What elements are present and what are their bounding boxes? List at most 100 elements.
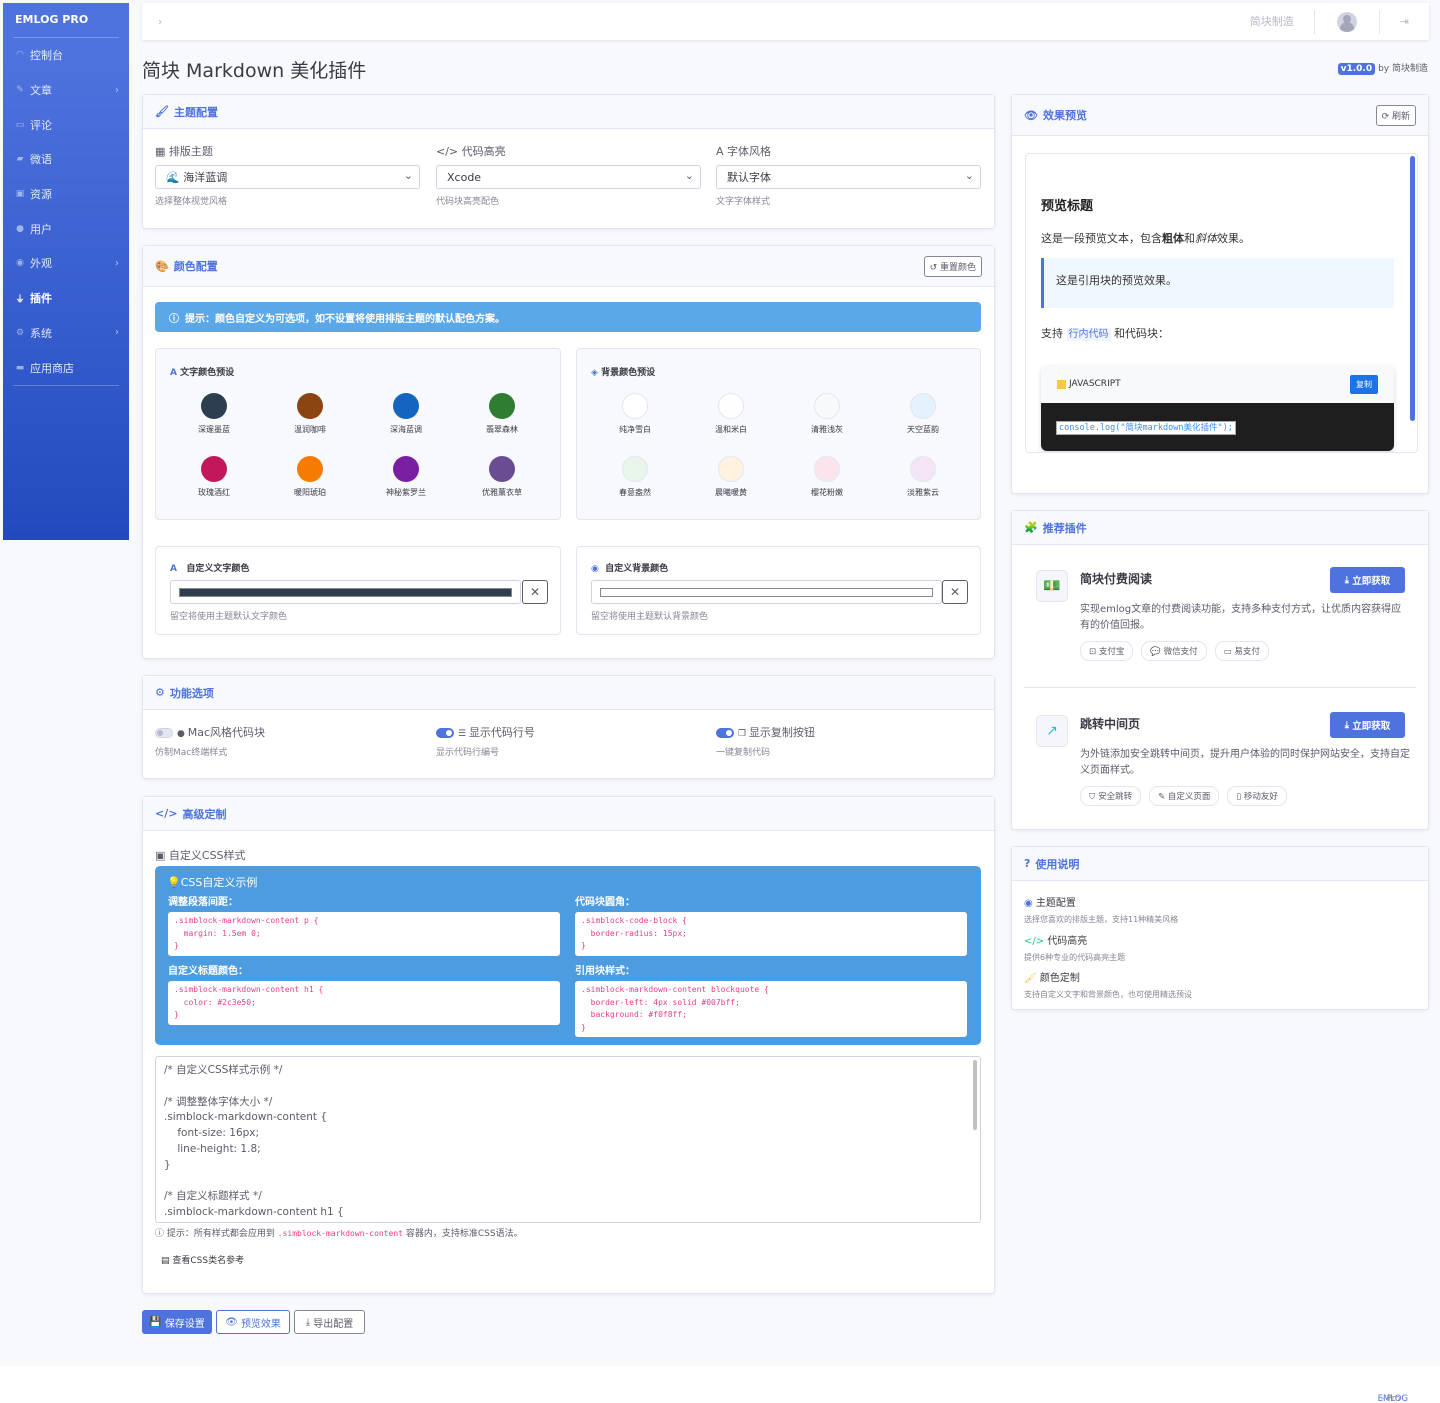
color-preview-bar [600,588,933,597]
copy-button[interactable]: 复制 [1350,374,1378,394]
sidebar-item[interactable]: ⚙ 系统 › [3,316,129,351]
toggle-switch[interactable] [436,728,454,738]
color-preset[interactable]: 玫瑰酒红 [174,456,254,498]
color-preset[interactable]: 温和米白 [691,393,771,435]
sidebar-item[interactable]: ▰ 微语 [3,142,129,177]
save-button[interactable]: 💾 保存设置 [142,1310,212,1334]
color-swatch[interactable] [489,456,515,482]
color-swatch[interactable] [201,393,227,419]
sidebar-item[interactable]: ▬ 应用商店 [3,350,129,385]
get-plugin-button[interactable]: ⤓ 立即获取 [1330,567,1405,593]
preview-scrollbar[interactable] [1410,156,1415,421]
color-swatch[interactable] [201,456,227,482]
highlight-hint: 代码块高亮配色 [436,197,500,207]
toggle-switch[interactable] [716,728,734,738]
sidebar-item-label: 外观 [30,257,52,271]
sidebar-item[interactable]: ● 用户 [3,211,129,246]
inline-code: 行内代码 [1066,328,1111,341]
color-swatch[interactable] [718,456,744,482]
logout-icon[interactable]: ⇥ [1378,9,1429,34]
color-preset[interactable]: 深海蓝调 [366,393,446,435]
sidebar-item-label: 插件 [30,292,52,306]
get-plugin-button[interactable]: ⤓ 立即获取 [1330,712,1405,738]
custom-css-textarea[interactable]: /* 自定义CSS样式示例 */ /* 调整整体字体大小 */ .simbloc… [155,1056,981,1223]
sidebar-toggle-icon[interactable]: › [158,15,162,28]
color-swatch[interactable] [622,393,648,419]
color-swatch[interactable] [814,393,840,419]
code-block-body: console.log("简块markdown美化插件"); [1041,403,1394,451]
color-swatch[interactable] [622,456,648,482]
font-select[interactable]: 默认字体 [716,165,981,189]
color-preset[interactable]: 春意盎然 [595,456,675,498]
image-icon: ▣ [15,189,25,200]
color-preset[interactable]: 晨曦暖黄 [691,456,771,498]
custom-text-color-input[interactable] [170,580,521,604]
color-preset[interactable]: 淡雅紫云 [883,456,963,498]
color-preset[interactable]: 深邃墨蓝 [174,393,254,435]
color-preset[interactable]: 纯净雪白 [595,393,675,435]
highlight-select[interactable]: Xcode [436,165,701,189]
color-swatch[interactable] [297,393,323,419]
css-reference-link[interactable]: ▤ 查看CSS类名参考 [161,1253,244,1266]
color-swatch[interactable] [393,456,419,482]
clear-text-color-button[interactable]: ✕ [522,580,548,604]
download-icon: ⤓ [305,1316,314,1328]
reset-colors-button[interactable]: ↺ 重置颜色 [923,255,982,277]
textarea-scrollbar[interactable] [973,1060,977,1130]
usage-card: ? 使用说明 ◉ 主题配置 选择您喜欢的排版主题，支持11种精美风格 </> 代码… [1011,846,1429,1010]
comments-icon: ▰ [16,154,24,165]
usage-title: </> 代码高亮 [1024,936,1088,947]
feature-hint: 一键复制代码 [716,748,771,758]
preview-button[interactable]: 👁 预览效果 [216,1310,290,1334]
version-info: v1.0.0 by 简块制造 [1337,61,1428,75]
plugin-description: 实现emlog文章的付费阅读功能，支持多种支付方式，让优质内容获得应有的价值回报… [1080,604,1402,631]
color-preset[interactable]: 暖阳琥珀 [270,456,350,498]
color-swatch[interactable] [489,393,515,419]
preset-name: 淡雅紫云 [907,488,939,497]
custom-text-color-title: A 自定义文字颜色 [170,564,250,574]
color-preset[interactable]: 优雅薰衣草 [462,456,542,498]
avatar[interactable] [1336,11,1357,32]
sidebar-item[interactable]: ⏚ 插件 [3,281,129,316]
color-tip-alert: ⓘ 提示：颜色自定义为可选项，如不设置将使用排版主题的默认配色方案。 [155,302,981,332]
feature-label[interactable]: ❐ 显示复制按钮 [716,724,815,740]
color-preset[interactable]: 翡翠森林 [462,393,542,435]
color-preset[interactable]: 樱花粉嫩 [787,456,867,498]
sidebar-item[interactable]: ◉ 外观 › [3,246,129,281]
color-swatch[interactable] [910,456,936,482]
color-preset[interactable]: 清雅浅灰 [787,393,867,435]
color-swatch[interactable] [393,393,419,419]
topbar-username[interactable]: 简块制造 [1250,9,1315,34]
toggle-switch[interactable] [155,728,173,738]
sidebar-item[interactable]: ◠ 控制台 [3,38,129,73]
example-label: 自定义标题颜色： [168,966,248,977]
color-swatch[interactable] [297,456,323,482]
plugin-divider [1024,687,1416,688]
export-button[interactable]: ⤓ 导出配置 [294,1310,365,1334]
card-title: 颜色配置 [173,260,218,273]
preset-name: 清雅浅灰 [811,425,843,434]
color-preset[interactable]: 温润咖啡 [270,393,350,435]
color-swatch[interactable] [718,393,744,419]
sidebar-item[interactable]: ▭ 评论 [3,107,129,142]
eye-icon: 👁 [225,1316,241,1328]
feature-label[interactable]: ● Mac风格代码块 [155,724,265,740]
color-swatch[interactable] [910,393,936,419]
field-label-font: A 字体风格 [716,145,772,158]
clear-bg-color-button[interactable]: ✕ [942,580,968,604]
color-preset[interactable]: 天空蓝韵 [883,393,963,435]
info-icon: ⓘ [169,313,179,325]
gear-icon: ⚙ [15,327,25,338]
custom-bg-color-input[interactable] [591,580,942,604]
brand-logo[interactable]: EMLOG PRO [3,3,129,37]
sidebar-item[interactable]: ▣ 资源 [3,177,129,212]
sidebar-item[interactable]: ✎ 文章 › [3,73,129,108]
version-badge: v1.0.0 [1337,63,1376,75]
theme-select[interactable]: 🌊 海洋蓝调 [155,165,420,189]
field-label-theme: ▦ 排版主题 [155,145,213,158]
refresh-button[interactable]: ⟳ 刷新 [1375,104,1416,126]
feature-label[interactable]: ☰ 显示代码行号 [436,724,535,740]
color-preset[interactable]: 神秘紫罗兰 [366,456,446,498]
color-swatch[interactable] [814,456,840,482]
brush-icon: 🖌 [1024,973,1040,984]
